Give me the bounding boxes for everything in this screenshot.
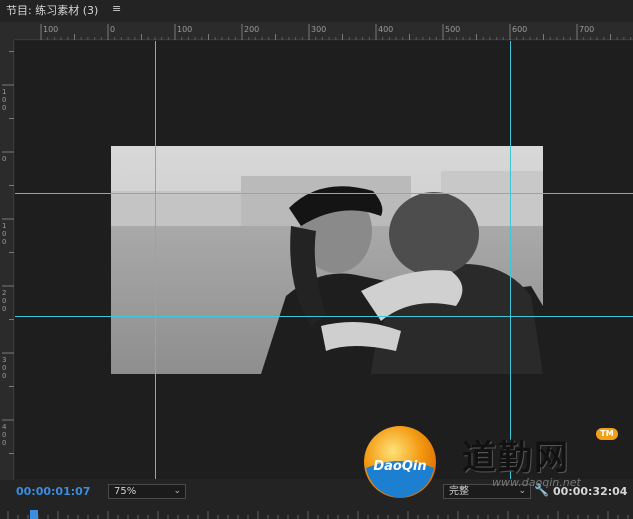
panel-title[interactable]: 节目: 练习素材 (3) (6, 2, 98, 18)
ruler-left-label: 0 (2, 155, 6, 163)
ruler-left-label: 300 (2, 356, 6, 380)
ruler-top-label: 700 (579, 25, 594, 34)
time-ruler-scrubber[interactable] (0, 509, 633, 519)
guide-horizontal-bottom[interactable] (15, 316, 633, 317)
settings-wrench-icon[interactable]: 🔧 (534, 483, 549, 497)
guide-vertical-left[interactable] (155, 41, 156, 479)
playback-resolution-value: 完整 (449, 486, 469, 497)
panel-menu-icon[interactable]: ≡ (112, 2, 121, 15)
guide-vertical-right[interactable] (510, 41, 511, 479)
video-still (111, 146, 543, 374)
chevron-down-icon: ⌄ (173, 486, 181, 496)
playhead[interactable] (30, 510, 38, 519)
video-frame (111, 146, 543, 374)
ruler-top-label: 300 (311, 25, 326, 34)
playback-resolution-select[interactable]: 完整 ⌄ (443, 484, 531, 499)
ruler-top-label: 600 (512, 25, 527, 34)
ruler-top-label: 0 (110, 25, 115, 34)
duration-timecode: 00:00:32:04 (553, 485, 628, 498)
ruler-top-label: 500 (445, 25, 460, 34)
chevron-down-icon: ⌄ (518, 486, 526, 496)
ruler-top-ticks: 100 0 100 200 300 400 500 600 700 (40, 24, 632, 40)
ruler-left[interactable]: 100 0 100 200 300 400 (0, 40, 14, 480)
guide-horizontal-top[interactable] (15, 193, 633, 194)
ruler-top-label: 100 (177, 25, 192, 34)
zoom-level-value: 75% (114, 486, 137, 497)
ruler-left-label: 100 (2, 88, 6, 112)
ruler-top-label: 100 (43, 25, 58, 34)
ruler-top-label: 200 (244, 25, 259, 34)
ruler-top[interactable]: 100 0 100 200 300 400 500 600 700 (14, 22, 633, 40)
ruler-left-ticks: 1 0 0 0 1 0 0 2 0 0 3 0 0 4 0 0 (2, 51, 14, 454)
zoom-level-select[interactable]: 75% ⌄ (108, 484, 186, 499)
ruler-left-label: 100 (2, 222, 6, 246)
monitor-controls: 00:00:01:07 75% ⌄ 完整 ⌄ 🔧 00:00:32:04 (0, 480, 633, 519)
panel-header: 节目: 练习素材 (3) ≡ (0, 0, 633, 20)
ruler-top-label: 400 (378, 25, 393, 34)
current-timecode[interactable]: 00:00:01:07 (16, 485, 90, 498)
ruler-left-label: 200 (2, 289, 6, 313)
ruler-left-label: 400 (2, 423, 7, 447)
ruler-corner (0, 22, 14, 40)
